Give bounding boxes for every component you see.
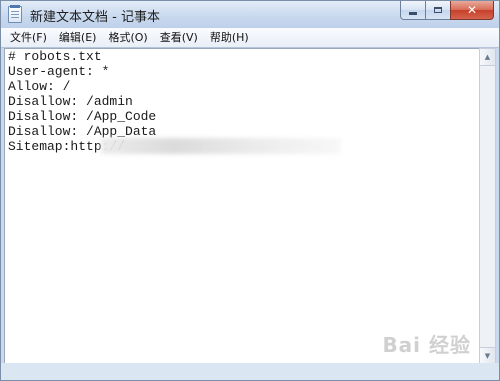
minimize-icon	[409, 11, 417, 15]
notepad-app-icon[interactable]	[8, 5, 22, 23]
menu-file[interactable]: 文件(F)	[4, 28, 53, 47]
text-line: Allow: /	[8, 79, 71, 94]
arrow-up-icon: ▲	[484, 53, 491, 61]
minimize-button[interactable]	[400, 1, 426, 20]
text-line: Disallow: /App_Data	[8, 124, 157, 139]
text-line: Disallow: /admin	[8, 94, 133, 109]
menu-view[interactable]: 查看(V)	[154, 28, 204, 47]
menu-format[interactable]: 格式(O)	[102, 28, 153, 47]
vertical-scrollbar[interactable]: ▲ ▼	[479, 48, 496, 365]
menu-edit[interactable]: 编辑(E)	[53, 28, 103, 47]
maximize-button[interactable]	[425, 1, 451, 20]
close-icon: ✕	[466, 3, 478, 17]
window-bottom-border	[1, 363, 499, 380]
baidu-jingyan-watermark: Bai 经验	[382, 333, 471, 357]
maximize-icon	[434, 7, 442, 13]
window-controls: ✕	[400, 1, 494, 21]
text-line: # robots.txt	[8, 49, 102, 64]
close-button[interactable]: ✕	[450, 1, 494, 20]
arrow-down-icon: ▼	[484, 352, 491, 360]
menu-bar: 文件(F) 编辑(E) 格式(O) 查看(V) 帮助(H)	[1, 28, 499, 48]
menu-help[interactable]: 帮助(H)	[204, 28, 255, 47]
text-editor[interactable]: # robots.txt User-agent: * Allow: / Disa…	[4, 48, 481, 365]
text-line: User-agent: *	[8, 64, 110, 79]
scroll-down-button[interactable]: ▼	[480, 347, 495, 364]
window-title: 新建文本文档 - 记事本	[30, 10, 160, 25]
redacted-url-blur	[101, 138, 341, 154]
title-bar[interactable]: 新建文本文档 - 记事本 ✕	[1, 1, 499, 28]
text-line: Disallow: /App_Code	[8, 109, 157, 124]
notepad-window: 新建文本文档 - 记事本 ✕ 文件(F) 编辑(E) 格式(O) 查看(V) 帮…	[0, 0, 500, 381]
scroll-up-button[interactable]: ▲	[480, 49, 495, 66]
